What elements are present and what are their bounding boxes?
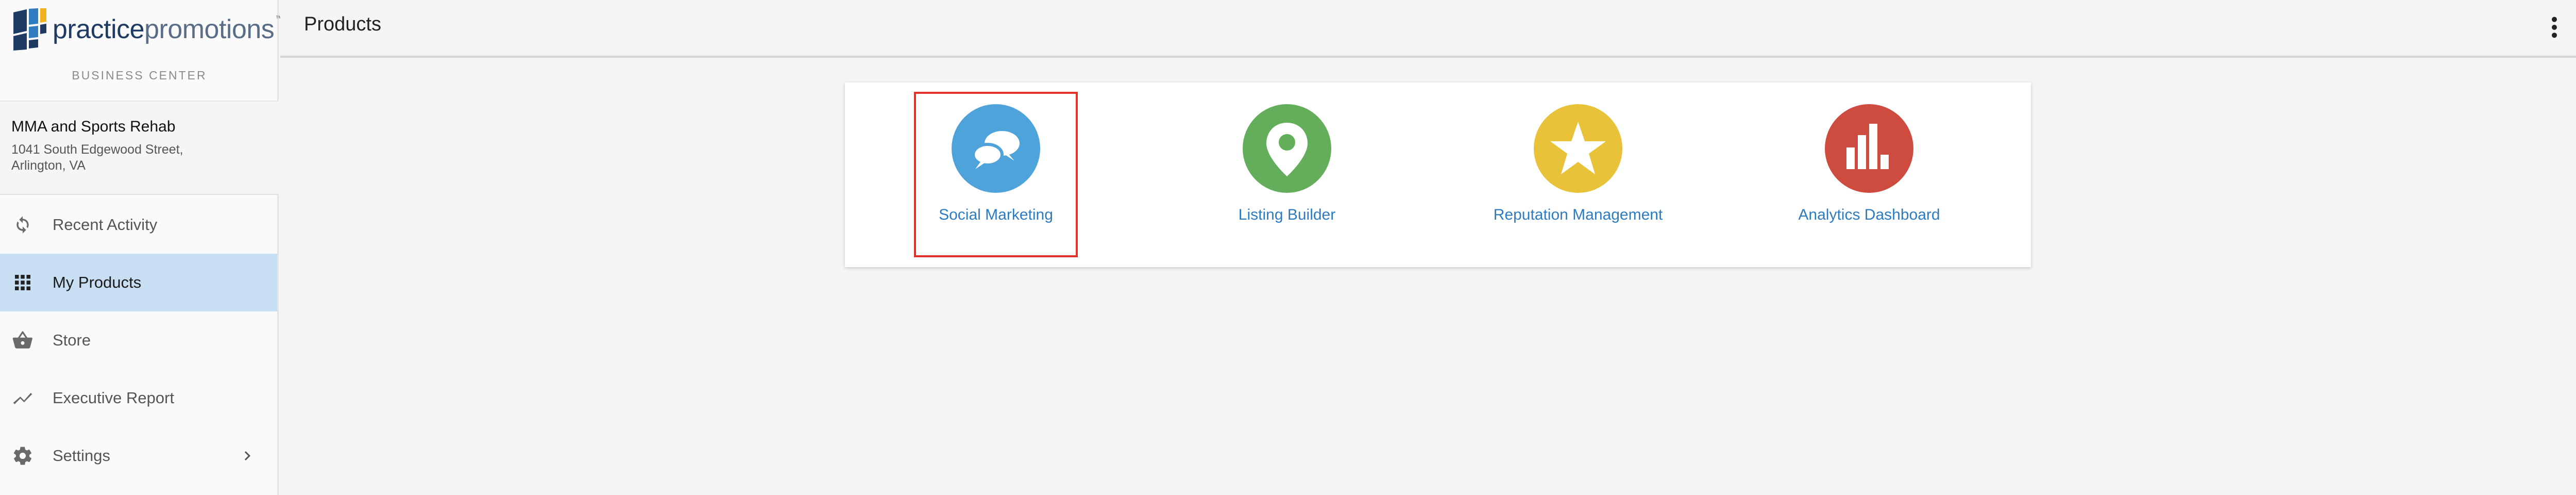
product-label: Social Marketing [939, 206, 1053, 223]
gear-icon [11, 444, 34, 467]
basket-icon [11, 329, 34, 352]
account-panel: MMA and Sports Rehab 1041 South Edgewood… [0, 101, 279, 195]
brand-logo-icon [13, 8, 46, 51]
business-center-label: BUSINESS CENTER [72, 69, 207, 82]
sidebar-item-recent-activity[interactable]: Recent Activity [0, 196, 277, 254]
more-options-icon[interactable] [2549, 15, 2560, 39]
account-address: 1041 South Edgewood Street, Arlington, V… [11, 142, 183, 173]
brand-logo[interactable]: practicepromotions ™ [11, 6, 282, 53]
map-pin-icon [1243, 104, 1331, 193]
grid-icon [11, 271, 34, 294]
star-icon [1534, 104, 1622, 193]
sidebar-item-label: Store [53, 331, 91, 349]
sidebar-item-label: Settings [53, 447, 111, 465]
brand-logo-text: practicepromotions ™ [53, 14, 282, 44]
sidebar-item-label: Executive Report [53, 389, 175, 407]
product-label: Reputation Management [1493, 206, 1663, 223]
account-name: MMA and Sports Rehab [11, 118, 176, 135]
sidebar-nav: Recent Activity My Products Store Execut… [0, 196, 277, 485]
trend-icon [11, 387, 34, 409]
product-analytics-dashboard[interactable]: Analytics Dashboard [1789, 94, 1949, 255]
product-label: Analytics Dashboard [1798, 206, 1940, 223]
product-label: Listing Builder [1238, 206, 1336, 223]
app-root: practicepromotions ™ BUSINESS CENTER MMA … [0, 0, 2576, 495]
chat-bubbles-icon [952, 104, 1040, 193]
product-listing-builder[interactable]: Listing Builder [1207, 94, 1367, 255]
page-title: Products [304, 13, 381, 35]
products-card: Social Marketing Listing Builder Reputat… [845, 82, 2031, 267]
sidebar-item-label: My Products [53, 273, 142, 291]
sidebar-item-my-products[interactable]: My Products [0, 254, 277, 311]
product-reputation-management[interactable]: Reputation Management [1494, 94, 1663, 255]
product-social-marketing[interactable]: Social Marketing [914, 92, 1078, 257]
sidebar-item-settings[interactable]: Settings [0, 427, 277, 485]
sidebar: practicepromotions ™ BUSINESS CENTER MMA … [0, 0, 282, 495]
refresh-icon [11, 213, 34, 236]
chevron-right-icon [244, 451, 250, 460]
top-bar: Products [280, 0, 2576, 58]
sidebar-item-store[interactable]: Store [0, 311, 277, 369]
sidebar-item-label: Recent Activity [53, 216, 158, 234]
bar-chart-icon [1825, 104, 1913, 193]
sidebar-item-executive-report[interactable]: Executive Report [0, 369, 277, 427]
